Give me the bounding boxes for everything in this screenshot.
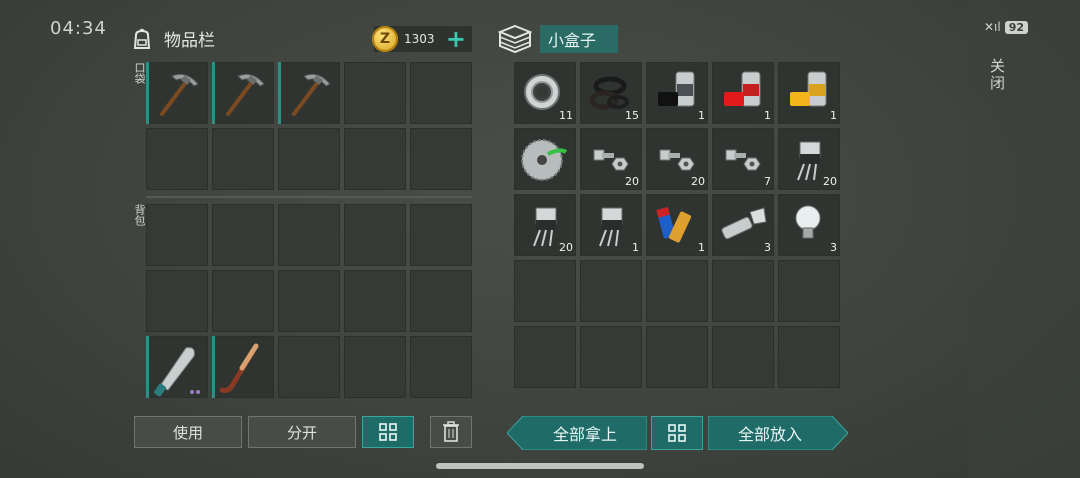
- section-divider: [146, 196, 472, 198]
- item-count: 3: [764, 241, 771, 254]
- box-slot[interactable]: 3: [778, 194, 840, 256]
- box-slot[interactable]: 7: [712, 128, 774, 190]
- backpack-slot[interactable]: [146, 336, 208, 398]
- backpack-slot[interactable]: [278, 270, 340, 332]
- item-count: 7: [764, 175, 771, 188]
- box-slot[interactable]: [580, 260, 642, 322]
- box-slot[interactable]: 1: [580, 194, 642, 256]
- pocket-label: 口袋: [133, 62, 146, 84]
- backpack-slot[interactable]: [212, 336, 274, 398]
- item-count: 20: [823, 175, 837, 188]
- trash-icon: [443, 421, 459, 442]
- item-count: 1: [698, 109, 705, 122]
- box-slot[interactable]: 15: [580, 62, 642, 124]
- item-count: 1: [764, 109, 771, 122]
- backpack-slot[interactable]: [344, 270, 406, 332]
- box-slot[interactable]: 20: [778, 128, 840, 190]
- box-slot[interactable]: [712, 326, 774, 388]
- pocket-slot[interactable]: [278, 128, 340, 190]
- backpack-slot[interactable]: [278, 336, 340, 398]
- grid-icon: [379, 423, 397, 441]
- pocket-slot[interactable]: [344, 128, 406, 190]
- backpack-slot[interactable]: [212, 204, 274, 266]
- box-slot[interactable]: 20: [580, 128, 642, 190]
- inventory-header: 物品栏: [130, 26, 215, 51]
- backpack-slot[interactable]: [146, 270, 208, 332]
- item-count: 20: [559, 241, 573, 254]
- pocket-slot[interactable]: [410, 62, 472, 124]
- backpack-slot[interactable]: [344, 204, 406, 266]
- pocket-slot[interactable]: [410, 128, 472, 190]
- pocket-slot[interactable]: [344, 62, 406, 124]
- box-slot[interactable]: 3: [712, 194, 774, 256]
- box-slot[interactable]: 20: [646, 128, 708, 190]
- box-slot[interactable]: 1: [712, 62, 774, 124]
- close-button[interactable]: 关闭: [988, 58, 1008, 92]
- pocket-slot[interactable]: [146, 128, 208, 190]
- add-coins-button[interactable]: +: [446, 27, 466, 51]
- side-panel: [968, 0, 1080, 478]
- status-time: 04:34: [50, 18, 107, 39]
- item-count: 3: [830, 241, 837, 254]
- status-icons: ✕ıl 92: [984, 20, 1029, 34]
- item-count: 1: [830, 109, 837, 122]
- trash-button[interactable]: [430, 416, 472, 448]
- signal-icon: ✕ıl: [984, 20, 1001, 34]
- pocket-slot[interactable]: [278, 62, 340, 124]
- box-slot[interactable]: [646, 326, 708, 388]
- backpack-slot[interactable]: [278, 204, 340, 266]
- box-header: 小盒子: [498, 24, 618, 54]
- box-slot[interactable]: [646, 260, 708, 322]
- inventory-title: 物品栏: [164, 31, 215, 51]
- box-slot[interactable]: 1: [646, 194, 708, 256]
- backpack-icon: [133, 28, 151, 49]
- coin-amount: 1303: [404, 32, 435, 46]
- item-count: 20: [625, 175, 639, 188]
- coin-icon: Z: [372, 26, 398, 52]
- backpack-slot[interactable]: [212, 270, 274, 332]
- box-slot[interactable]: 1: [646, 62, 708, 124]
- box-slot[interactable]: [514, 260, 576, 322]
- backpack-slot[interactable]: [410, 270, 472, 332]
- box-slot[interactable]: [514, 128, 576, 190]
- coin-counter: Z 1303 +: [372, 26, 472, 52]
- home-indicator[interactable]: [436, 463, 644, 469]
- grid-icon: [668, 424, 686, 442]
- item-count: 1: [632, 241, 639, 254]
- backpack-slot[interactable]: [410, 336, 472, 398]
- box-slot[interactable]: [514, 326, 576, 388]
- backpack-slot[interactable]: [410, 204, 472, 266]
- item-count: 20: [691, 175, 705, 188]
- box-slot[interactable]: [778, 260, 840, 322]
- box-sort-button[interactable]: [651, 416, 703, 450]
- pocket-slot[interactable]: [146, 62, 208, 124]
- pocket-slot[interactable]: [212, 62, 274, 124]
- item-count: 1: [698, 241, 705, 254]
- box-slot[interactable]: [580, 326, 642, 388]
- take-all-button[interactable]: 全部拿上: [523, 416, 647, 450]
- split-button[interactable]: 分开: [248, 416, 356, 448]
- box-slot[interactable]: 11: [514, 62, 576, 124]
- item-count: 11: [559, 109, 573, 122]
- sort-button[interactable]: [362, 416, 414, 448]
- backpack-slot[interactable]: [344, 336, 406, 398]
- battery-level: 92: [1004, 20, 1029, 34]
- item-count: 15: [625, 109, 639, 122]
- box-slot[interactable]: 1: [778, 62, 840, 124]
- box-slot[interactable]: [778, 326, 840, 388]
- backpack-slot[interactable]: [146, 204, 208, 266]
- pocket-slot[interactable]: [212, 128, 274, 190]
- box-slot[interactable]: 20: [514, 194, 576, 256]
- put-all-button[interactable]: 全部放入: [708, 416, 832, 450]
- use-button[interactable]: 使用: [134, 416, 242, 448]
- box-title: 小盒子: [540, 25, 618, 53]
- box-slot[interactable]: [712, 260, 774, 322]
- box-icon: [498, 24, 532, 54]
- backpack-label: 背包: [133, 204, 146, 226]
